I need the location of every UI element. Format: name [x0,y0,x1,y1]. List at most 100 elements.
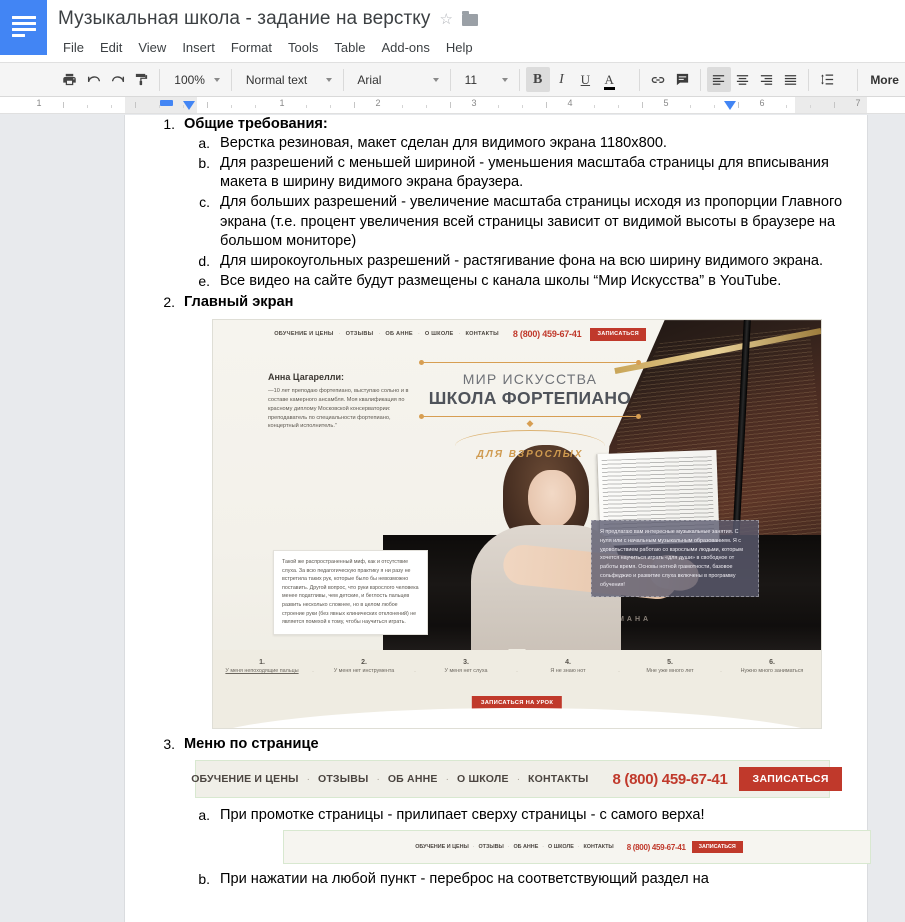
text-color-button[interactable]: A [597,67,621,92]
hero-phone-number[interactable]: 8 (800) 459-67-41 [513,329,582,339]
more-options-button[interactable]: More [864,73,905,87]
menu-tools[interactable]: Tools [280,37,326,58]
headline-line-3: ДЛЯ ВЗРОСЛЫХ [476,449,584,461]
menu-mock-item[interactable]: О ШКОЛЕ [449,773,517,785]
list-text[interactable]: При промотке страницы - прилипает сверху… [220,806,847,825]
italic-button[interactable]: I [550,67,574,92]
toolbar-divider [342,68,344,91]
hero-nav-item[interactable]: КОНТАКТЫ [460,331,503,337]
menu-mock-item[interactable]: КОНТАКТЫ [579,844,617,850]
list-text[interactable]: При нажатии на любой пункт - переброс на… [220,870,847,889]
list-text[interactable]: Все видео на сайте будут размещены с кан… [220,272,847,291]
print-icon[interactable] [58,67,82,92]
align-center-button[interactable] [731,67,755,92]
ruler-number: 5 [663,98,669,108]
document-title-row: Музыкальная школа - задание на верстку ☆ [58,5,481,33]
menu-mock-item[interactable]: ОБУЧЕНИЕ И ЦЕНЫ [411,844,473,850]
menu-view[interactable]: View [130,37,174,58]
list-text[interactable]: Для разрешений с меньшей шириной - умень… [220,154,847,192]
list-text[interactable]: Верстка резиновая, макет сделан для види… [220,134,847,153]
hero-screenshot-image[interactable]: YAMAHA ОБУЧЕНИЕ И ЦЕНЫ · ОТЗЫВЫ · ОБ АНН… [212,319,822,730]
menu-mock-item[interactable]: О ШКОЛЕ [544,844,578,850]
align-left-button[interactable] [706,67,731,92]
list-text[interactable]: Для больших разрешений - увеличение масш… [220,193,847,250]
menu-format[interactable]: Format [223,37,280,58]
objection-item[interactable]: 5. Мне уже много лет [627,659,713,676]
insert-link-icon[interactable] [646,67,670,92]
document-page[interactable]: 1. Общие требования: a. Верстка резинова… [125,115,871,922]
hero-nav-item[interactable]: ОБУЧЕНИЕ И ЦЕНЫ [269,331,338,337]
formatting-toolbar: 100% Normal text Arial 11 B I U A More [0,62,905,97]
font-size-select[interactable]: 11 [457,67,513,92]
menu-edit[interactable]: Edit [92,37,130,58]
list-text[interactable]: Меню по странице [184,735,847,754]
hero-callout-white: Такой же распространенный миф, как и отс… [273,550,428,635]
menu-mock-item[interactable]: ОТЗЫВЫ [474,844,507,850]
menu-file[interactable]: File [55,37,92,58]
objection-item[interactable]: 1. У меня непоходящие пальцы [219,659,305,676]
horizontal-ruler[interactable]: 1 1 2 3 4 5 6 7 [0,97,905,114]
menu-table[interactable]: Table [326,37,373,58]
menu-mock-item[interactable]: КОНТАКТЫ [520,773,596,785]
menu-add-ons[interactable]: Add-ons [373,37,437,58]
hero-nav-item[interactable]: ОБ АННЕ [380,331,418,337]
list-text[interactable]: Главный экран [184,293,847,312]
menu-mock-phone[interactable]: 8 (800) 459-67-41 [627,843,686,852]
document-scroll-area[interactable]: 1. Общие требования: a. Верстка резинова… [0,115,905,922]
text-color-dropdown[interactable] [621,67,633,92]
menu-mock-signup-button[interactable]: ЗАПИСАТЬСЯ [691,841,743,854]
star-icon[interactable]: ☆ [440,12,453,27]
underline-button[interactable]: U [573,67,597,92]
left-indent-handle[interactable] [183,101,195,110]
objection-item[interactable]: 2. У меня нет инструмента [321,659,407,676]
menu-mock-item[interactable]: ОБУЧЕНИЕ И ЦЕНЫ [183,773,306,785]
menu-mock-item[interactable]: ОБ АННЕ [380,773,446,785]
toolbar-divider [230,68,232,91]
zoom-value: 100% [174,72,205,87]
menu-mock-signup-button[interactable]: ЗАПИСАТЬСЯ [739,767,842,792]
list-text[interactable]: Для широкоугольных разрешений - растягив… [220,252,847,271]
ruler-number: 4 [567,98,573,108]
menu-mock-item[interactable]: ОБ АННЕ [509,844,542,850]
separator-dot: · [720,669,722,676]
list-text[interactable]: Общие требования: [184,115,847,134]
first-line-indent-handle[interactable] [160,100,173,106]
objection-item[interactable]: 3. У меня нет слуха [423,659,509,676]
menu-help[interactable]: Help [438,37,481,58]
list-marker: b. [198,871,210,888]
menu-insert[interactable]: Insert [174,37,223,58]
list-item: b. При нажатии на любой пункт - переброс… [185,870,847,889]
headline-rule-top [419,360,641,366]
redo-icon[interactable] [106,67,130,92]
objection-label: У меня нет слуха [444,668,488,675]
font-family-select[interactable]: Arial [349,67,443,92]
hero-signup-button[interactable]: ЗАПИСАТЬСЯ [590,327,646,341]
objection-item[interactable]: 4. Я не знаю нот [525,659,611,676]
paragraph-style-select[interactable]: Normal text [238,67,337,92]
right-indent-handle[interactable] [724,101,736,110]
align-right-button[interactable] [755,67,779,92]
hero-nav-item[interactable]: ОТЗЫВЫ [341,331,379,337]
headline-ornament-icon: ◆ [526,418,534,429]
hero-bio-name: Анна Цагарелли: [268,372,345,383]
bold-button[interactable]: B [525,67,550,92]
objection-item[interactable]: 6. Нужно много заниматься [729,659,815,676]
line-spacing-button[interactable] [815,67,839,92]
menu-screenshot-small[interactable]: ОБУЧЕНИЕ И ЦЕНЫ · ОТЗЫВЫ · ОБ АННЕ · О Ш… [283,830,871,865]
page-title[interactable]: Музыкальная школа - задание на верстку [58,8,431,30]
menu-mock-item[interactable]: ОТЗЫВЫ [310,773,377,785]
menu-mock-phone[interactable]: 8 (800) 459-67-41 [613,771,728,788]
menu-screenshot-large[interactable]: ОБУЧЕНИЕ И ЦЕНЫ · ОТЗЫВЫ · ОБ АННЕ · О Ш… [191,760,842,799]
undo-icon[interactable] [82,67,106,92]
zoom-select[interactable]: 100% [166,67,225,92]
line-spacing-dropdown[interactable] [839,67,851,92]
list-item: 3. Меню по странице [147,735,847,754]
paint-format-icon[interactable] [130,67,154,92]
hero-nav-item[interactable]: О ШКОЛЕ [420,331,459,337]
move-to-folder-icon[interactable] [462,11,478,26]
align-justify-button[interactable] [778,67,802,92]
chevron-down-icon [432,77,439,82]
insert-comment-icon[interactable] [670,67,694,92]
docs-home-button[interactable] [0,0,47,55]
underline-icon: U [580,71,591,87]
